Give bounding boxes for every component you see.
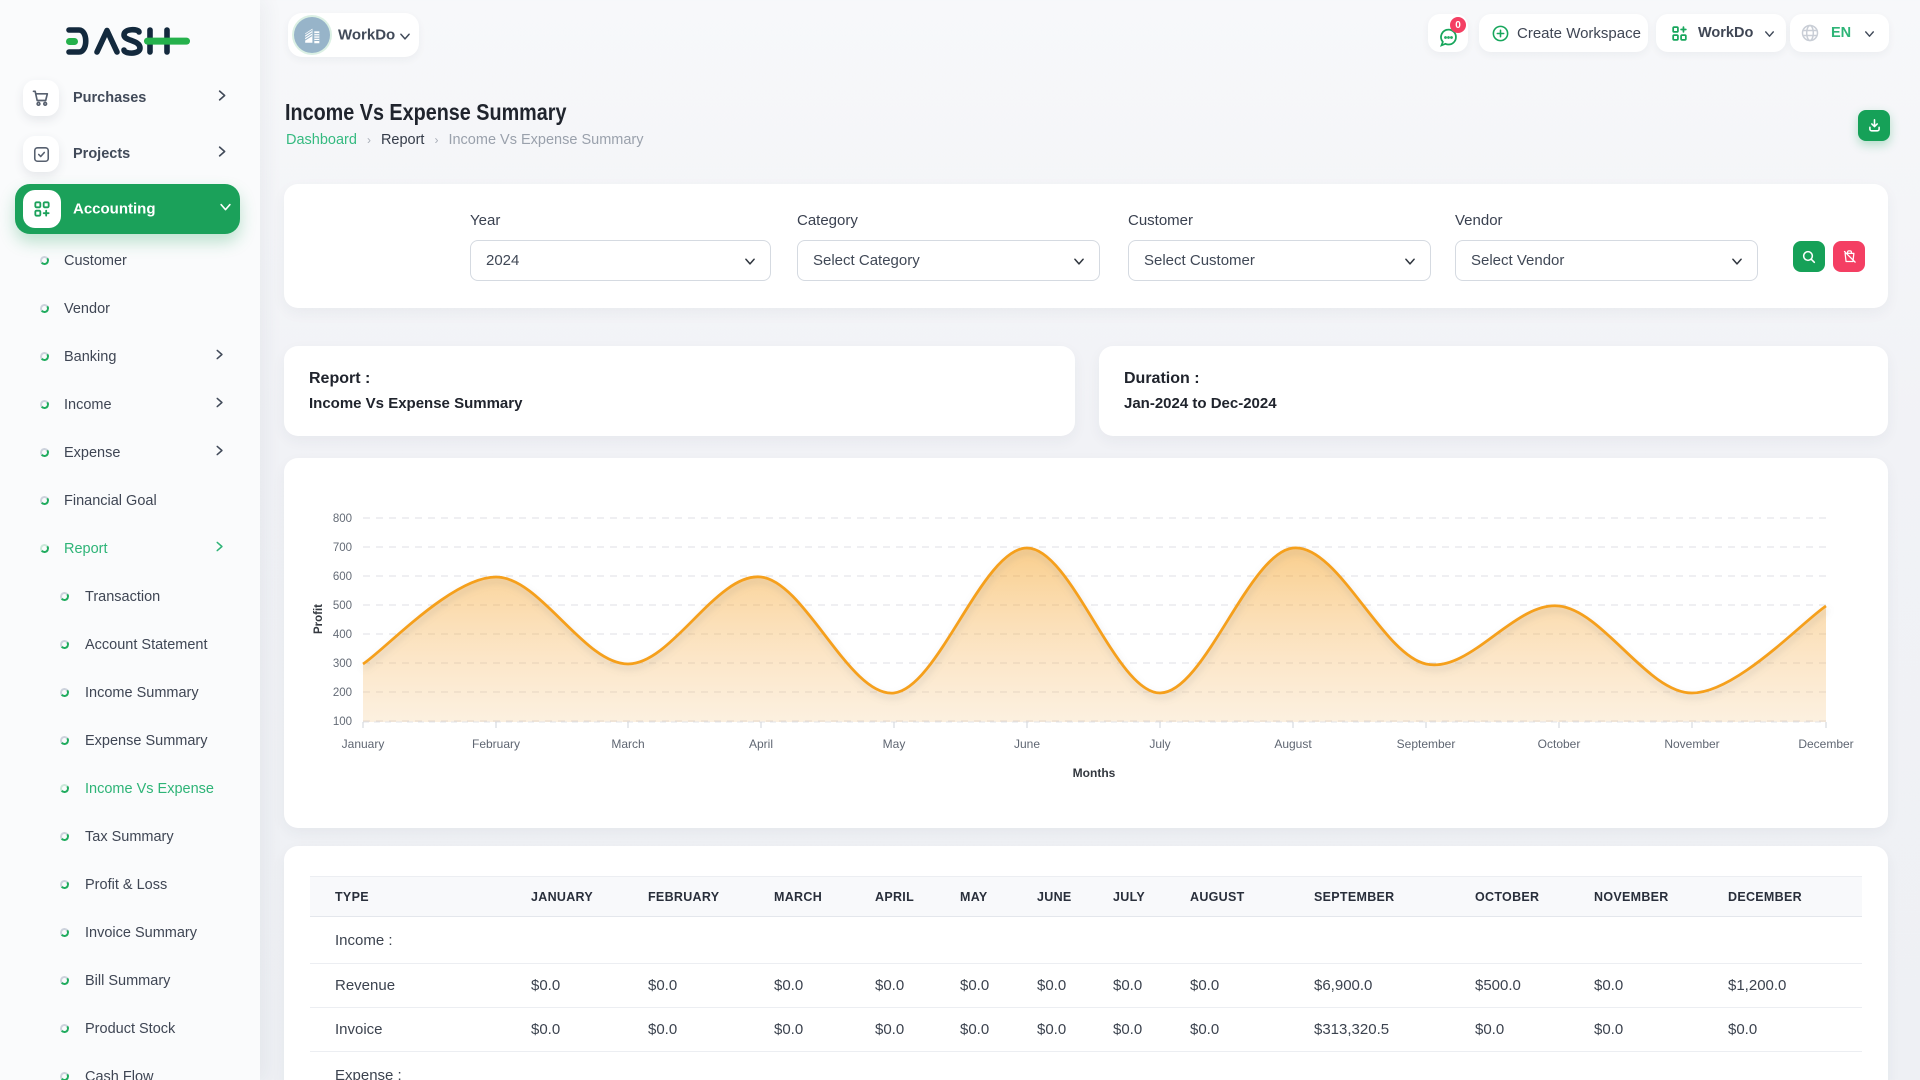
svg-text:February: February [472, 737, 520, 751]
svg-text:200: 200 [333, 687, 352, 699]
svg-text:September: September [1397, 737, 1456, 751]
svg-text:April: April [749, 737, 773, 751]
svg-text:700: 700 [333, 542, 352, 554]
svg-text:600: 600 [333, 571, 352, 583]
svg-text:November: November [1664, 737, 1719, 751]
svg-text:Months: Months [1073, 766, 1116, 780]
svg-text:800: 800 [333, 513, 352, 525]
svg-text:October: October [1538, 737, 1581, 751]
svg-text:Profit: Profit [313, 604, 325, 634]
svg-text:400: 400 [333, 629, 352, 641]
svg-text:100: 100 [333, 716, 352, 728]
svg-text:300: 300 [333, 658, 352, 670]
svg-text:May: May [883, 737, 906, 751]
svg-text:December: December [1798, 737, 1853, 751]
svg-text:January: January [342, 737, 385, 751]
svg-text:July: July [1149, 737, 1170, 751]
svg-text:500: 500 [333, 600, 352, 612]
svg-text:August: August [1274, 737, 1312, 751]
svg-text:March: March [611, 737, 644, 751]
svg-text:June: June [1014, 737, 1040, 751]
